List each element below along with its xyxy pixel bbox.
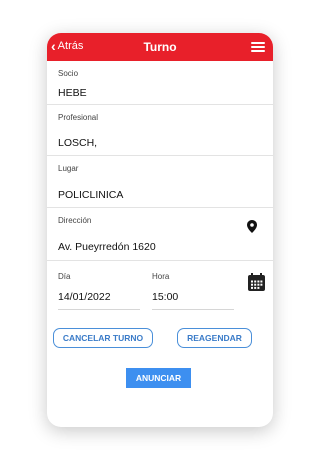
dia-value: 14/01/2022 (58, 291, 111, 303)
lugar-label: Lugar (58, 164, 79, 173)
date-time-row: Día 14/01/2022 Hora 15:00 (47, 261, 273, 321)
cancelar-turno-button[interactable]: CANCELAR TURNO (53, 328, 153, 348)
reagendar-button[interactable]: REAGENDAR (177, 328, 252, 348)
hora-underline (152, 309, 234, 310)
socio-label: Socio (58, 69, 79, 78)
location-pin-icon[interactable] (247, 220, 257, 238)
top-bar: ‹ Atrás Turno (47, 33, 273, 61)
profesional-label: Profesional (58, 113, 99, 122)
socio-value: HEBE (58, 87, 87, 99)
dia-label: Día (58, 272, 71, 281)
phone-screen: ‹ Atrás Turno Socio HEBE Profesional LOS… (47, 33, 273, 427)
direccion-value: Av. Pueyrredón 1620 (58, 241, 156, 253)
dia-underline (58, 309, 140, 310)
direccion-label: Dirección (58, 216, 92, 225)
anunciar-button[interactable]: ANUNCIAR (126, 368, 191, 388)
profesional-value: LOSCH, (58, 137, 98, 149)
direccion-field: Dirección Av. Pueyrredón 1620 (47, 208, 273, 261)
hora-value: 15:00 (152, 291, 179, 303)
calendar-icon[interactable] (248, 273, 265, 296)
profesional-field: Profesional LOSCH, (47, 105, 273, 156)
hamburger-menu-icon[interactable] (251, 42, 265, 52)
lugar-field: Lugar POLICLINICA (47, 156, 273, 208)
page-title: Turno (143, 40, 177, 54)
hora-label: Hora (152, 272, 170, 281)
socio-field: Socio HEBE (47, 61, 273, 105)
lugar-value: POLICLINICA (58, 189, 124, 201)
